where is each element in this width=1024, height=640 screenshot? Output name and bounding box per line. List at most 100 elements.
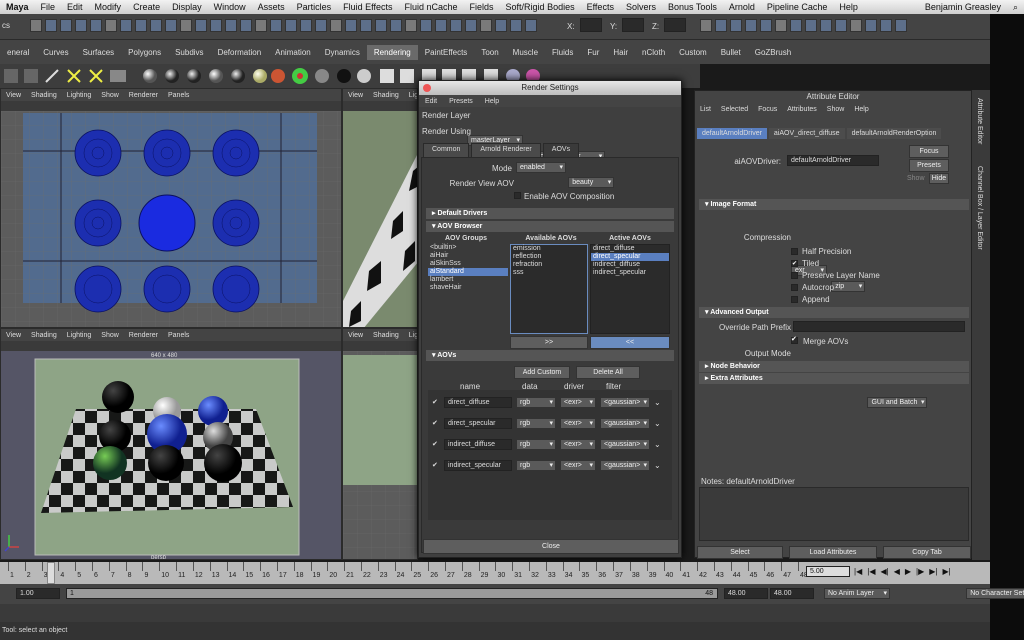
rs-menu-edit[interactable]: Edit — [419, 98, 443, 105]
side-view-canvas[interactable] — [343, 111, 418, 328]
aov-data-select[interactable]: rgb — [516, 459, 556, 471]
viewport-menu-panels[interactable]: Panels — [163, 92, 194, 99]
load-attributes-button[interactable]: Load Attributes — [789, 546, 877, 559]
ae-tab[interactable]: defaultArnoldDriver — [697, 127, 767, 139]
shelf-tab-bullet[interactable]: Bullet — [714, 48, 748, 57]
status-tool-icon[interactable] — [480, 19, 492, 32]
ae-menu-attributes[interactable]: Attributes — [782, 106, 822, 113]
y-field[interactable] — [622, 18, 644, 32]
shelf-tab-polygons[interactable]: Polygons — [121, 48, 168, 57]
status-tool-icon[interactable] — [300, 19, 312, 32]
ae-menu-show[interactable]: Show — [822, 106, 850, 113]
ae-menu-selected[interactable]: Selected — [716, 106, 753, 113]
viewport-menu-view[interactable]: View — [1, 332, 26, 339]
viewport-menu-shading[interactable]: Shading — [26, 92, 62, 99]
aov-enabled-checkbox[interactable]: ✔ — [432, 419, 440, 427]
status-tool-icon[interactable] — [775, 19, 787, 32]
end-time-field[interactable]: 48.00 — [724, 588, 768, 599]
aov-row-expand-icon[interactable]: ⌄ — [654, 461, 661, 470]
aov-filter-select[interactable]: <gaussian> — [600, 417, 650, 429]
aov-name-field[interactable]: direct_specular — [444, 417, 512, 429]
viewport-menu-view[interactable]: View — [343, 332, 368, 339]
status-tool-icon[interactable] — [390, 19, 402, 32]
shelf-tab-fluids[interactable]: Fluids — [545, 48, 580, 57]
status-tool-icon[interactable] — [105, 19, 117, 32]
aov-driver-select[interactable]: <exr> — [560, 417, 596, 429]
aov-browser-header[interactable]: ▾ AOV Browser — [426, 221, 674, 232]
character-set-select[interactable]: No Character Set — [966, 588, 1024, 599]
aov-driver-select[interactable]: <exr> — [560, 396, 596, 408]
available-aov-item[interactable]: refraction — [511, 261, 587, 269]
shelf-tab-curves[interactable]: Curves — [36, 48, 75, 57]
ae-tab[interactable]: defaultArnoldRenderOption — [846, 127, 942, 139]
status-tool-icon[interactable] — [225, 19, 237, 32]
shelf-tab-rendering[interactable]: Rendering — [366, 44, 418, 60]
status-tool-icon[interactable] — [315, 19, 327, 32]
advanced-output-header[interactable]: ▾ Advanced Output — [699, 307, 969, 318]
status-tool-icon[interactable] — [90, 19, 102, 32]
menu-pipeline-cache[interactable]: Pipeline Cache — [761, 2, 834, 12]
remove-aov-button[interactable]: << — [590, 336, 670, 349]
aov-data-select[interactable]: rgb — [516, 417, 556, 429]
status-tool-icon[interactable] — [210, 19, 222, 32]
viewport-menu-show[interactable]: Show — [96, 92, 124, 99]
image-format-header[interactable]: ▾ Image Format — [699, 199, 969, 210]
aovs-section-header[interactable]: ▾ AOVs — [426, 350, 674, 361]
format-option-checkbox[interactable] — [791, 271, 798, 279]
viewport-front[interactable]: ViewShadingLightingShowRendererPanels — [342, 328, 418, 560]
viewport-menu-lighting[interactable]: Lighting — [62, 332, 97, 339]
step-back-key-icon[interactable]: |◀ — [867, 567, 875, 576]
driver-name-field[interactable]: defaultArnoldDriver — [787, 155, 879, 166]
menu-effects[interactable]: Effects — [581, 2, 620, 12]
shelf-tab-hair[interactable]: Hair — [606, 48, 635, 57]
status-tool-icon[interactable] — [880, 19, 892, 32]
rs-menu-help[interactable]: Help — [479, 98, 505, 105]
aov-driver-select[interactable]: <exr> — [560, 459, 596, 471]
ae-menu-help[interactable]: Help — [849, 106, 873, 113]
status-tool-icon[interactable] — [895, 19, 907, 32]
available-aov-item[interactable]: emission — [511, 245, 587, 253]
menu-edit[interactable]: Edit — [61, 2, 89, 12]
rs-menu-presets[interactable]: Presets — [443, 98, 479, 105]
focus-button[interactable]: Focus — [909, 145, 949, 158]
viewport-toolbar[interactable] — [1, 101, 341, 111]
active-aov-item[interactable]: indirect_specular — [591, 269, 669, 277]
aov-enabled-checkbox[interactable]: ✔ — [432, 398, 440, 406]
spotlight-icon[interactable]: ⌕ — [1007, 2, 1024, 13]
menu-fields[interactable]: Fields — [464, 2, 500, 12]
viewport-persp[interactable]: View Shading Lighting Show Renderer Panels 64… — [0, 328, 342, 560]
aov-name-field[interactable]: direct_diffuse — [444, 396, 512, 408]
status-tool-icon[interactable] — [450, 19, 462, 32]
aov-group-item[interactable]: aiStandard — [428, 268, 508, 276]
status-tool-icon[interactable] — [405, 19, 417, 32]
shelf-tab-eneral[interactable]: eneral — [0, 48, 36, 57]
menu-assets[interactable]: Assets — [252, 2, 291, 12]
start-time-field[interactable]: 1.00 — [16, 588, 60, 599]
status-tool-icon[interactable] — [730, 19, 742, 32]
status-tool-icon[interactable] — [495, 19, 507, 32]
menu-file[interactable]: File — [35, 2, 62, 12]
node-behavior-header[interactable]: ▸ Node Behavior — [699, 361, 969, 372]
aov-group-item[interactable]: lambert — [428, 276, 508, 284]
command-line[interactable] — [0, 604, 990, 622]
ae-tab[interactable]: aiAOV_direct_diffuse — [768, 127, 845, 139]
aov-row-expand-icon[interactable]: ⌄ — [654, 398, 661, 407]
shelf-tab-ncloth[interactable]: nCloth — [635, 48, 672, 57]
go-to-start-icon[interactable]: |◀ — [854, 567, 862, 576]
aov-data-select[interactable]: rgb — [516, 438, 556, 450]
status-tool-icon[interactable] — [255, 19, 267, 32]
mode-select[interactable]: enabled — [516, 162, 566, 173]
aov-name-field[interactable]: indirect_diffuse — [444, 438, 512, 450]
shelf-tab-gozbrush[interactable]: GoZBrush — [748, 48, 798, 57]
menu-create[interactable]: Create — [127, 2, 166, 12]
status-tool-icon[interactable] — [820, 19, 832, 32]
x-field[interactable] — [580, 18, 602, 32]
aov-driver-select[interactable]: <exr> — [560, 438, 596, 450]
status-tool-icon[interactable] — [75, 19, 87, 32]
aov-group-item[interactable]: aiHair — [428, 252, 508, 260]
aov-group-item[interactable]: shaveHair — [428, 284, 508, 292]
shelf-tab-toon[interactable]: Toon — [474, 48, 505, 57]
viewport-menu-panels[interactable]: Panels — [163, 332, 194, 339]
play-backward-icon[interactable]: ◀ — [894, 567, 900, 576]
tab-aovs[interactable]: AOVs — [542, 143, 580, 157]
